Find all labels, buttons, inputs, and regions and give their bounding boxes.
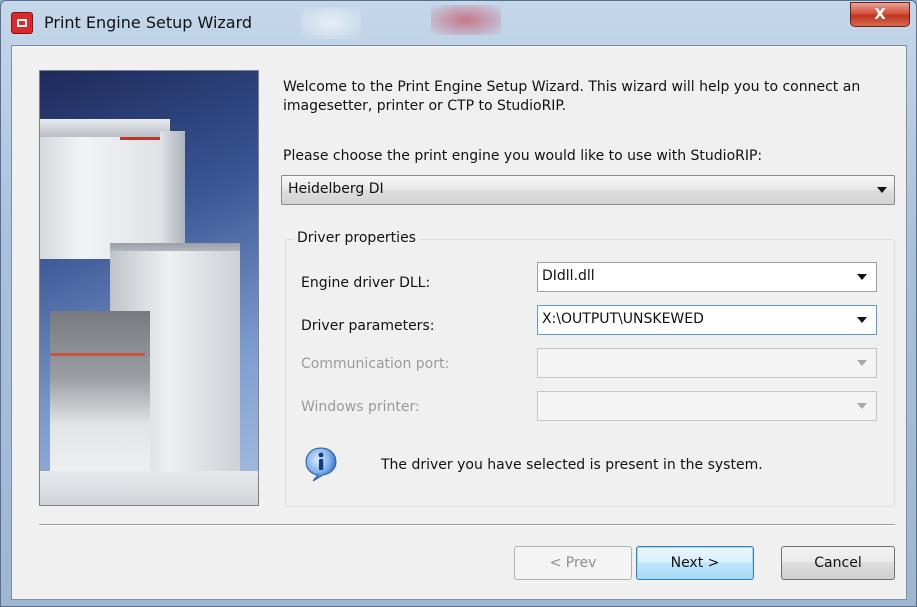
chevron-down-icon	[857, 360, 867, 366]
engine-driver-dll-value: DIdll.dll	[542, 268, 595, 284]
engine-driver-dll-label: Engine driver DLL:	[301, 275, 431, 291]
info-balloon-icon	[305, 447, 337, 482]
machine-floor	[40, 471, 258, 505]
communication-port-combo[interactable]	[537, 348, 877, 378]
driver-status-message: The driver you have selected is present …	[381, 457, 763, 473]
machine-stripe-3	[50, 353, 145, 356]
driver-properties-title: Driver properties	[294, 230, 419, 246]
titlebar-glass-reflection	[431, 5, 501, 35]
wizard-window: Print Engine Setup Wizard X Welcome to t…	[0, 0, 917, 607]
close-button[interactable]: X	[850, 2, 910, 27]
machine-body-1	[40, 119, 160, 259]
print-engine-illustration	[39, 70, 259, 506]
print-engine-selected: Heidelberg DI	[288, 181, 384, 197]
print-engine-dropdown[interactable]: Heidelberg DI	[281, 175, 895, 205]
windows-printer-combo[interactable]	[537, 391, 877, 421]
wizard-client-area: Welcome to the Print Engine Setup Wizard…	[11, 45, 907, 600]
driver-parameters-label: Driver parameters:	[301, 318, 435, 334]
communication-port-label: Communication port:	[301, 356, 450, 372]
app-icon	[11, 12, 33, 34]
driver-parameters-value: X:\OUTPUT\UNSKEWED	[542, 311, 704, 327]
welcome-text: Welcome to the Print Engine Setup Wizard…	[283, 79, 861, 114]
windows-printer-label: Windows printer:	[301, 399, 420, 415]
button-separator	[39, 524, 895, 526]
engine-driver-dll-combo[interactable]: DIdll.dll	[537, 262, 877, 292]
cancel-button[interactable]: Cancel	[781, 546, 895, 580]
title-bar[interactable]: Print Engine Setup Wizard X	[1, 1, 916, 45]
chevron-down-icon	[857, 274, 867, 280]
titlebar-glass-highlight	[301, 7, 361, 39]
machine-top-1	[40, 119, 170, 137]
chevron-down-icon	[877, 187, 887, 193]
chevron-down-icon	[857, 317, 867, 323]
window-title: Print Engine Setup Wizard	[44, 13, 253, 32]
choose-engine-prompt: Please choose the print engine you would…	[283, 148, 763, 164]
driver-parameters-combo[interactable]: X:\OUTPUT\UNSKEWED	[537, 305, 877, 335]
prev-button[interactable]: < Prev	[514, 546, 632, 580]
chevron-down-icon	[857, 403, 867, 409]
next-button[interactable]: Next >	[636, 546, 754, 580]
